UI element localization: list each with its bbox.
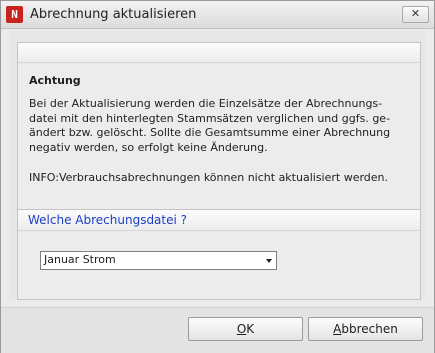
info-panel: Achtung Bei der Aktualisierung werden di… <box>17 42 421 225</box>
title-bar: N Abrechnung aktualisieren ✕ <box>1 1 434 29</box>
cancel-label-rest: bbrechen <box>341 322 398 336</box>
dialog-content: Achtung Bei der Aktualisierung werden di… <box>9 31 426 300</box>
combobox-value: Januar Strom <box>44 253 116 266</box>
info-body-text: Bei der Aktualisierung werden die Einzel… <box>29 97 414 155</box>
chevron-down-icon[interactable] <box>266 259 272 263</box>
info-note: INFO:Verbrauchsabrechnungen können nicht… <box>29 171 389 184</box>
ok-label-rest: K <box>246 322 255 336</box>
ok-button[interactable]: OK <box>188 317 303 341</box>
info-line: ändert bzw. gelöscht. Sollte die Gesamts… <box>29 126 391 139</box>
window-title: Abrechnung aktualisieren <box>30 7 197 22</box>
info-heading: Achtung <box>29 74 81 87</box>
close-button[interactable]: ✕ <box>402 6 429 23</box>
cancel-button[interactable]: Abbrechen <box>308 317 423 341</box>
file-select-panel: Welche Abrechungsdatei ? Januar Strom <box>17 209 421 300</box>
ok-mnemonic: O <box>236 322 247 336</box>
file-select-header: Welche Abrechungsdatei ? <box>18 210 420 231</box>
info-line: negativ werden, so erfolgt keine Änderun… <box>29 140 268 154</box>
app-logo-icon: N <box>6 6 23 23</box>
info-line: datei mit den hinterlegten Stammsätzen v… <box>29 111 391 125</box>
button-bar: OK Abbrechen <box>1 307 434 353</box>
file-select-combobox[interactable]: Januar Strom <box>40 251 277 270</box>
info-panel-strip <box>18 43 420 63</box>
dialog-window: N Abrechnung aktualisieren ✕ Achtung Bei… <box>0 0 435 353</box>
file-select-label: Welche Abrechungsdatei ? <box>28 213 188 227</box>
info-line: Bei der Aktualisierung werden die Einzel… <box>29 97 383 110</box>
